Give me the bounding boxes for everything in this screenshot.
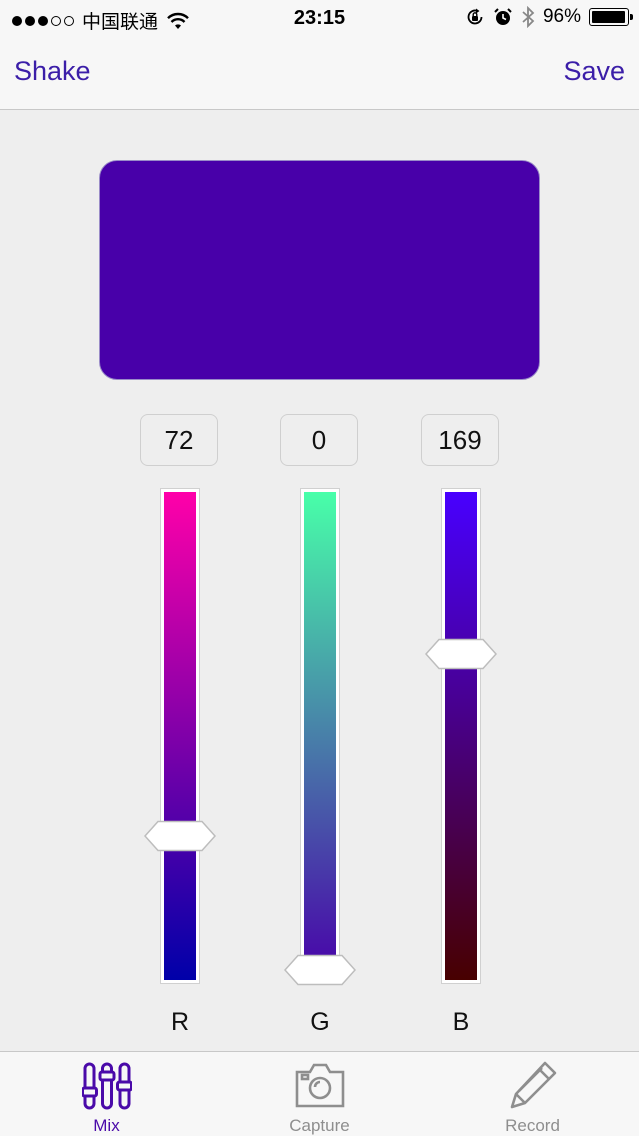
tab-capture[interactable]: Capture	[213, 1052, 426, 1136]
blue-slider-track[interactable]	[441, 488, 481, 984]
bluetooth-icon	[522, 6, 535, 28]
save-button[interactable]: Save	[563, 56, 625, 87]
battery-level	[592, 11, 625, 23]
pencil-icon	[510, 1061, 556, 1109]
green-channel-label: G	[310, 1008, 330, 1036]
tab-record[interactable]: Record	[426, 1052, 639, 1136]
sliders-icon	[81, 1062, 132, 1110]
battery-icon	[589, 8, 633, 26]
status-bar: 中国联通 23:15 96%	[0, 0, 639, 40]
blue-slider-thumb[interactable]	[425, 638, 497, 670]
tab-mix-label: Mix	[93, 1116, 120, 1135]
color-preview-swatch	[99, 160, 540, 380]
tab-bar: Mix Capture Record	[0, 1051, 639, 1136]
battery-percent: 96%	[542, 6, 581, 27]
nav-bar: Shake Save	[0, 40, 639, 110]
camera-icon	[295, 1063, 344, 1108]
tab-capture-label: Capture	[289, 1116, 350, 1135]
shake-button[interactable]: Shake	[14, 56, 91, 87]
status-right: 96%	[465, 6, 633, 28]
blue-value-field[interactable]: 169	[421, 414, 499, 466]
green-gradient	[304, 492, 336, 980]
green-value-field[interactable]: 0	[280, 414, 358, 466]
red-gradient	[164, 492, 196, 980]
red-value-field[interactable]: 72	[140, 414, 218, 466]
rotation-lock-icon	[467, 8, 483, 25]
green-slider-thumb[interactable]	[284, 954, 356, 986]
tab-mix[interactable]: Mix	[0, 1052, 213, 1136]
green-slider-track[interactable]	[300, 488, 340, 984]
blue-channel-label: B	[452, 1008, 470, 1036]
red-channel-label: R	[170, 1008, 190, 1036]
red-slider-track[interactable]	[160, 488, 200, 984]
red-slider-thumb[interactable]	[144, 820, 216, 852]
blue-gradient	[445, 492, 477, 980]
alarm-icon	[494, 8, 512, 25]
tab-record-label: Record	[505, 1116, 560, 1135]
